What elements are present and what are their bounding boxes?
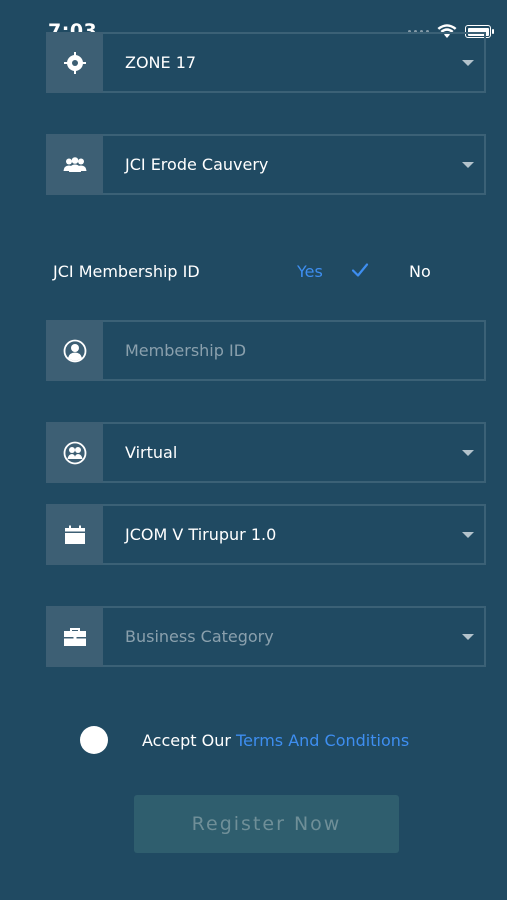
membership-label: JCI Membership ID — [53, 262, 200, 281]
event-select[interactable]: JCOM V Tirupur 1.0 — [46, 504, 486, 565]
membership-yes-option[interactable]: Yes — [297, 262, 323, 281]
business-category-placeholder: Business Category — [125, 627, 274, 646]
membership-id-input[interactable]: Membership ID — [125, 341, 246, 360]
terms-text: Accept Our Terms And Conditions — [142, 731, 409, 750]
chevron-down-icon — [462, 161, 474, 168]
users-circle-icon — [63, 441, 86, 464]
event-value: JCOM V Tirupur 1.0 — [125, 525, 277, 544]
event-type-select[interactable]: Virtual — [46, 422, 486, 483]
checkmark-icon — [351, 263, 369, 277]
register-button[interactable]: Register Now — [134, 795, 399, 853]
calendar-icon — [64, 525, 85, 544]
chapter-value: JCI Erode Cauvery — [125, 155, 269, 174]
chevron-down-icon — [462, 59, 474, 66]
chevron-down-icon — [462, 633, 474, 640]
group-icon — [63, 156, 86, 172]
zone-select[interactable]: ZONE 17 — [46, 32, 486, 93]
business-category-select[interactable]: Business Category — [46, 606, 486, 667]
terms-link[interactable]: Terms And Conditions — [236, 731, 409, 750]
terms-row: Accept Our Terms And Conditions — [80, 726, 409, 754]
terms-prefix: Accept Our — [142, 730, 237, 750]
membership-id-field[interactable]: Membership ID — [46, 320, 486, 381]
chevron-down-icon — [462, 449, 474, 456]
event-type-value: Virtual — [125, 443, 178, 462]
membership-no-option[interactable]: No — [409, 262, 431, 281]
membership-toggle-row: JCI Membership ID Yes No — [53, 258, 473, 286]
chapter-select[interactable]: JCI Erode Cauvery — [46, 134, 486, 195]
chevron-down-icon — [462, 531, 474, 538]
terms-radio[interactable] — [80, 726, 108, 754]
user-icon — [63, 339, 86, 362]
briefcase-icon — [63, 627, 86, 646]
zone-value: ZONE 17 — [125, 53, 197, 72]
crosshair-icon — [63, 51, 86, 74]
